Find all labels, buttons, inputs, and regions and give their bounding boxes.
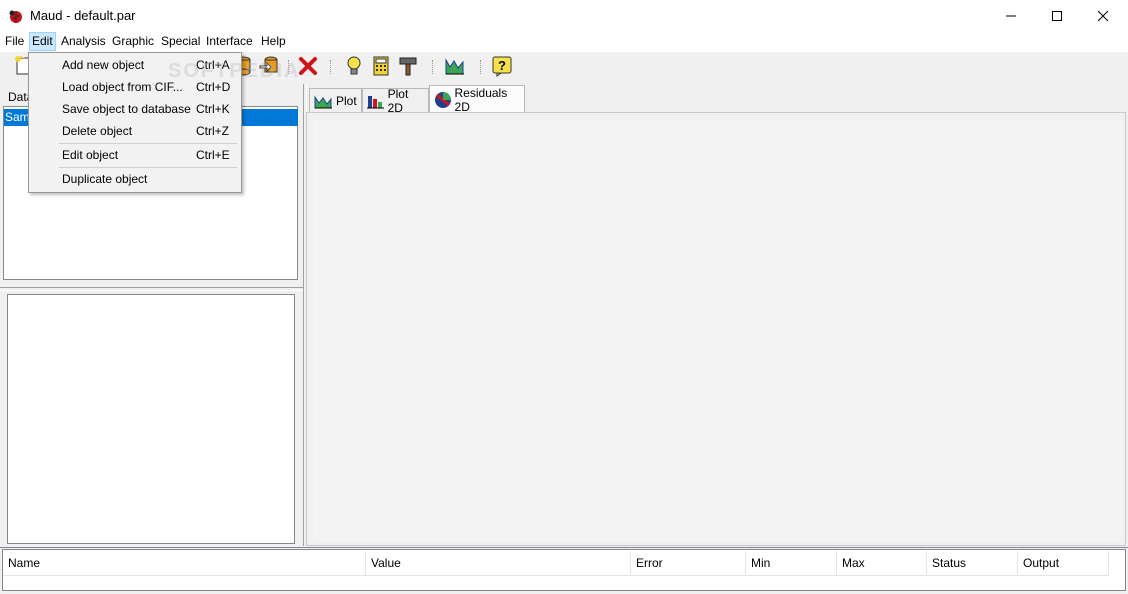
residuals-icon: [435, 91, 451, 108]
column-header-min[interactable]: Min: [746, 551, 837, 576]
tab-label: Plot: [336, 93, 357, 108]
tab-plot-2d[interactable]: Plot 2D: [362, 86, 429, 115]
maximize-button[interactable]: [1034, 0, 1080, 31]
maximize-icon: [1052, 10, 1062, 21]
hammer-icon[interactable]: [397, 55, 419, 77]
bar-chart-icon: [367, 95, 384, 108]
menu-analysis[interactable]: Analysis: [59, 33, 108, 50]
horizontal-splitter[interactable]: [0, 287, 304, 291]
menu-item-label: Edit object: [62, 148, 119, 162]
menu-item-label: Add new object: [62, 58, 145, 72]
minimize-button[interactable]: [988, 0, 1034, 31]
ladybug-app-icon: [8, 8, 24, 24]
menu-interface[interactable]: Interface: [204, 33, 255, 50]
residuals-plot-area[interactable]: [313, 120, 1123, 542]
menu-item-shortcut: Ctrl+K: [196, 102, 230, 116]
calculator-icon[interactable]: [370, 55, 392, 77]
column-header-max[interactable]: Max: [837, 551, 927, 576]
svg-text:?: ?: [498, 58, 506, 73]
tab-plot[interactable]: Plot: [309, 88, 362, 112]
menu-item-label: Save object to database: [62, 102, 191, 116]
menu-item-label: Duplicate object: [62, 172, 148, 186]
tab-residuals-2d[interactable]: Residuals 2D: [429, 85, 525, 114]
help-icon[interactable]: ?: [491, 55, 513, 77]
menu-item-edit-object[interactable]: Edit object Ctrl+E: [31, 144, 239, 166]
plot-icon: [314, 94, 332, 108]
menu-special[interactable]: Special: [159, 33, 202, 50]
window-title: Maud - default.par: [30, 8, 136, 23]
lightbulb-icon[interactable]: [343, 55, 365, 77]
title-bar: [0, 0, 1128, 31]
column-header-name[interactable]: Name: [3, 551, 366, 576]
column-header-output[interactable]: Output: [1018, 551, 1109, 576]
menu-item-shortcut: Ctrl+Z: [196, 124, 229, 138]
close-icon: [1097, 10, 1109, 21]
toolbar-separator: [480, 60, 482, 74]
column-header-value[interactable]: Value: [366, 551, 631, 576]
menu-item-save-object-to-database[interactable]: Save object to database Ctrl+K: [31, 98, 239, 120]
object-detail-list[interactable]: [7, 294, 295, 544]
toolbar-separator: [432, 60, 434, 74]
chart-icon[interactable]: [444, 55, 466, 77]
menu-item-duplicate-object[interactable]: Duplicate object: [31, 168, 239, 190]
menu-bar: File Edit Analysis Graphic Special Inter…: [0, 31, 1128, 51]
menu-item-label: Load object from CIF...: [62, 80, 183, 94]
menu-item-delete-object[interactable]: Delete object Ctrl+Z: [31, 120, 239, 142]
minimize-icon: [1006, 15, 1016, 16]
column-header-error[interactable]: Error: [631, 551, 746, 576]
menu-edit[interactable]: Edit: [29, 32, 56, 51]
tab-label: Residuals 2D: [454, 85, 508, 114]
tab-label: Plot 2D: [387, 86, 409, 115]
close-button[interactable]: [1080, 0, 1126, 31]
toolbar-separator: [330, 60, 332, 74]
menu-item-label: Delete object: [62, 124, 133, 138]
menu-help[interactable]: Help: [259, 33, 288, 50]
column-header-status[interactable]: Status: [927, 551, 1018, 576]
menu-item-shortcut: Ctrl+E: [196, 148, 230, 162]
watermark: SOFTPEDIA: [168, 60, 301, 82]
menu-graphic[interactable]: Graphic: [110, 33, 156, 50]
menu-file[interactable]: File: [3, 33, 26, 50]
